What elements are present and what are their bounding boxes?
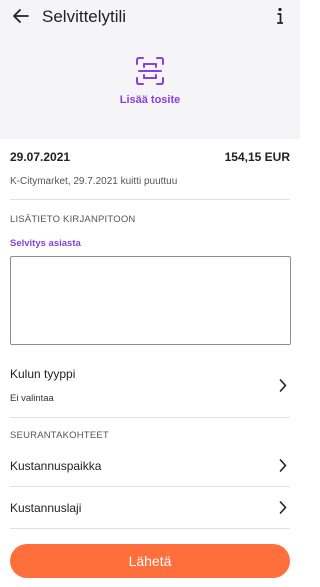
bottom-action-bar: Lähetä [0, 533, 300, 587]
top-area: Selvittelytili Lisää tosite [0, 0, 300, 139]
cost-center-selector[interactable]: Kustannuspaikka [10, 445, 290, 487]
info-button[interactable] [272, 5, 288, 27]
add-attachment-button[interactable]: Lisää tosite [0, 56, 300, 106]
receipt-description: K-Citymarket, 29.7.2021 kuitti puuttuu [10, 176, 290, 200]
accounting-info-heading: LISÄTIETO KIRJANPITOON [10, 214, 136, 225]
info-icon [277, 7, 283, 24]
cost-type-label: Kustannuslaji [10, 500, 82, 515]
chevron-right-icon [276, 379, 290, 393]
expense-type-label: Kulun tyyppi [10, 367, 76, 381]
app-header: Selvittelytili [0, 0, 300, 32]
main-content: 29.07.2021 154,15 EUR K-Citymarket, 29.7… [0, 150, 300, 529]
cost-center-label: Kustannuspaikka [10, 458, 102, 473]
send-button[interactable]: Lähetä [10, 544, 290, 578]
back-button[interactable] [10, 5, 32, 27]
expense-type-selector[interactable]: Kulun tyyppi Ei valintaa [10, 364, 290, 418]
tracking-heading: SEURANTAKOHTEET [10, 430, 109, 441]
arrow-left-icon [13, 9, 29, 23]
cost-type-selector[interactable]: Kustannuslaji [10, 487, 290, 529]
explanation-field[interactable] [10, 256, 291, 345]
explanation-label: Selvitys asiasta [10, 238, 81, 249]
chevron-right-icon [276, 501, 290, 515]
expense-type-value: Ei valintaa [10, 393, 54, 404]
scan-document-icon [136, 57, 164, 85]
receipt-summary: 29.07.2021 154,15 EUR [10, 150, 290, 164]
add-attachment-label: Lisää tosite [119, 94, 181, 106]
page-title: Selvittelytili [42, 6, 127, 26]
receipt-amount: 154,15 EUR [224, 150, 290, 164]
expense-type-text: Kulun tyyppi Ei valintaa [10, 367, 75, 404]
chevron-right-icon [276, 459, 290, 473]
receipt-date: 29.07.2021 [10, 150, 71, 164]
